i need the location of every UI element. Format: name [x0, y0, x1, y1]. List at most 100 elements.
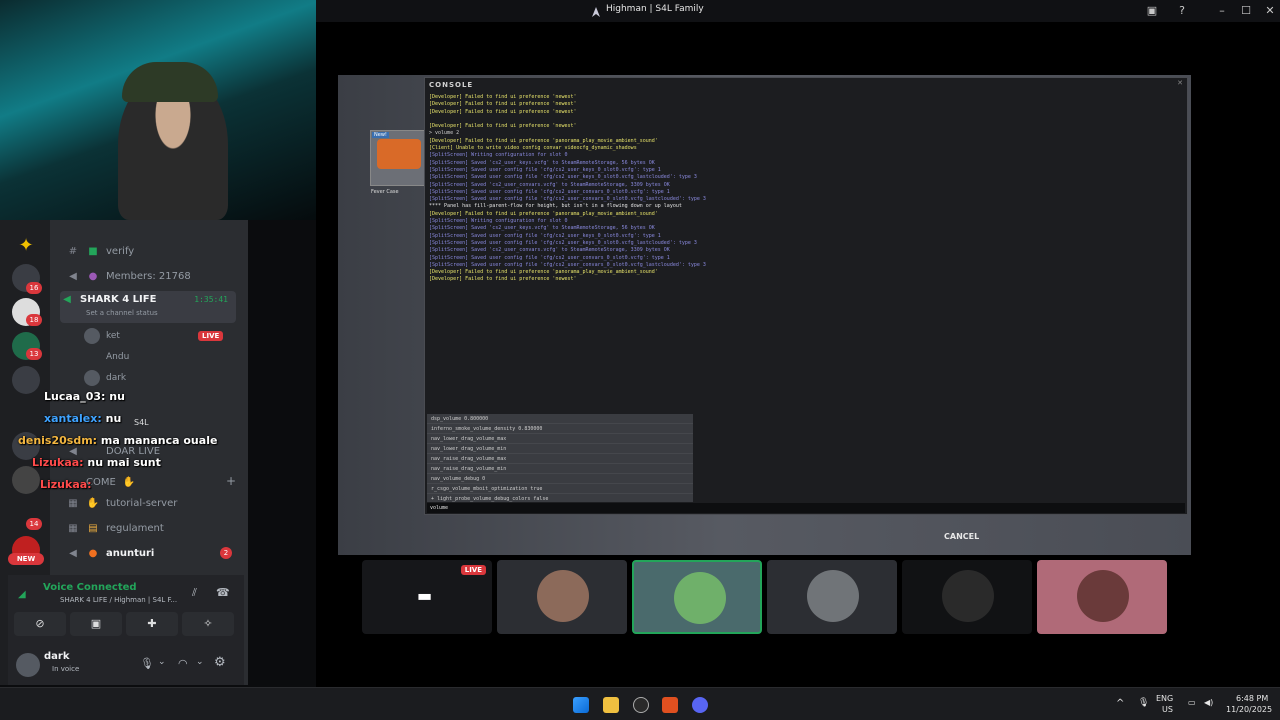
region-label[interactable]: US: [1162, 705, 1173, 714]
case-image: [377, 139, 421, 169]
chat-text: nu mai sunt: [87, 456, 161, 469]
volume-icon[interactable]: ◀): [1204, 698, 1213, 707]
voice-user[interactable]: dark: [84, 369, 126, 387]
console-line: [SplitScreen] Saved 'cs2_user_convars.vc…: [429, 247, 670, 254]
voice-user-name: dark: [106, 373, 127, 383]
participant-tile[interactable]: [1037, 560, 1167, 634]
autocomplete-item[interactable]: r_csgo_volume_mboit_optimization true: [427, 484, 693, 494]
help-icon[interactable]: ?: [1174, 3, 1190, 19]
cancel-button[interactable]: CANCEL: [944, 532, 979, 541]
fire-icon: ●: [88, 547, 98, 559]
console-window[interactable]: CONSOLE ✕ [Developer] Failed to find ui …: [424, 77, 1188, 515]
voice-status: Voice Connected: [43, 582, 137, 593]
case-name: Fever Case: [371, 189, 399, 195]
autocomplete-item[interactable]: inferno_smoke_volume_density 0.830000: [427, 424, 693, 434]
participant-tile[interactable]: [902, 560, 1032, 634]
avatar[interactable]: [16, 653, 40, 677]
screen-icon: ▬: [417, 586, 433, 605]
network-icon[interactable]: ▭: [1188, 698, 1196, 707]
avatar: [84, 349, 100, 365]
server-badge: 14: [26, 518, 42, 530]
chevron-up-icon[interactable]: ^: [1116, 698, 1124, 709]
console-line: **** Panel has fill-parent-flow for heig…: [429, 203, 682, 210]
autocomplete-item[interactable]: nav_raise_drag_volume_max: [427, 454, 693, 464]
disconnect-icon[interactable]: ☎: [216, 586, 230, 599]
autocomplete-item[interactable]: nav_lower_drag_volume_min: [427, 444, 693, 454]
discord-icon[interactable]: [692, 697, 708, 713]
headphones-icon[interactable]: ◠: [178, 657, 188, 670]
channel-status-link[interactable]: Set a channel status: [86, 309, 158, 317]
screen-share-button[interactable]: ▣: [70, 612, 122, 636]
channel-timer: 1:35:41: [194, 295, 228, 304]
server-badge: 16: [26, 282, 42, 294]
voice-channel[interactable]: SHARK 4 LIFE / Highman | S4L F...: [60, 596, 177, 604]
autocomplete-item[interactable]: nav_lower_drag_volume_max: [427, 434, 693, 444]
language-label[interactable]: ENG: [1156, 694, 1173, 703]
console-line: [SplitScreen] Saved 'cs2_user_keys.vcfg'…: [429, 225, 655, 232]
add-channel-icon[interactable]: +: [226, 474, 236, 488]
console-line: [Developer] Failed to find ui preference…: [429, 123, 577, 130]
autocomplete-item[interactable]: nav_raise_drag_volume_min: [427, 464, 693, 474]
server-icon[interactable]: ✦: [12, 232, 40, 260]
server-icon[interactable]: [12, 366, 40, 394]
autocomplete-item[interactable]: dsp_volume 0.800000: [427, 414, 693, 424]
steam-icon[interactable]: [633, 697, 649, 713]
console-line: [SplitScreen] Saved 'cs2_user_convars.vc…: [429, 181, 670, 188]
chat-message: xantalex: nu: [44, 412, 121, 425]
avatar: [1077, 570, 1129, 622]
chevron-down-icon[interactable]: ⌄: [196, 657, 204, 667]
chat-message: denis20sdm: ma mananca ouale: [18, 434, 217, 447]
console-line: [SplitScreen] Saved user config file 'cf…: [429, 166, 661, 173]
autocomplete-item[interactable]: nav_volume_debug 0: [427, 474, 693, 484]
windows-start-icon[interactable]: [573, 697, 589, 713]
speaker-icon: ◀: [69, 270, 77, 282]
channel-label: DOAR LIVE: [106, 445, 161, 457]
screen-share-icon[interactable]: ▣: [1144, 3, 1160, 19]
participant-tile[interactable]: [632, 560, 762, 634]
maximize-button[interactable]: ☐: [1238, 3, 1254, 19]
minimize-button[interactable]: –: [1214, 3, 1230, 19]
participant-tile[interactable]: [497, 560, 627, 634]
channel-members[interactable]: ◀ ● Members: 21768: [66, 266, 242, 286]
speaker-icon: ◀: [69, 445, 77, 457]
channel-welcome[interactable]: COME ✋: [66, 472, 242, 492]
console-input[interactable]: volume: [427, 503, 1185, 513]
microphone-icon[interactable]: 🎙: [140, 657, 154, 670]
activities-button[interactable]: ✚: [126, 612, 178, 636]
case-card[interactable]: New! Fever Case: [370, 130, 426, 195]
s4l-tag: S4L: [134, 418, 149, 427]
chevron-down-icon[interactable]: ⌄: [158, 657, 166, 667]
participant-tile[interactable]: [767, 560, 897, 634]
console-close-icon[interactable]: ✕: [1177, 79, 1183, 87]
server-icon[interactable]: [12, 466, 40, 494]
channel-label: anunturi: [106, 547, 155, 559]
hash-icon: #: [68, 245, 78, 257]
voice-user[interactable]: Andu: [84, 348, 129, 366]
close-button[interactable]: ✕: [1262, 3, 1278, 19]
brave-icon[interactable]: [662, 697, 678, 713]
user-icon: ●: [88, 270, 98, 282]
file-explorer-icon[interactable]: [603, 697, 619, 713]
console-title: CONSOLE: [429, 81, 474, 89]
channel-label: regulament: [106, 522, 164, 534]
live-badge: LIVE: [460, 565, 486, 575]
console-line: [SplitScreen] Writing configuration for …: [429, 152, 568, 159]
channel-regulament[interactable]: ▦ ▤ regulament: [66, 518, 242, 538]
noise-suppression-icon[interactable]: ⫽: [192, 586, 197, 600]
gear-icon[interactable]: ⚙: [214, 655, 226, 670]
voice-user[interactable]: ket: [84, 327, 120, 345]
chat-user: xantalex:: [44, 412, 102, 425]
channel-verify[interactable]: # ■ verify: [66, 241, 242, 261]
autocomplete-list[interactable]: dsp_volume 0.800000 inferno_smoke_volume_…: [427, 414, 693, 504]
microphone-icon[interactable]: 🎙: [1138, 698, 1149, 708]
clock-date[interactable]: 11/20/2025: [1226, 705, 1272, 714]
channel-anunturi[interactable]: ◀ ● anunturi 2: [66, 543, 242, 563]
stream-tile[interactable]: ▬ LIVE: [362, 560, 492, 634]
channel-shark-4-life[interactable]: ◀ SHARK 4 LIFE 1:35:41 Set a channel sta…: [60, 291, 236, 323]
clock-time[interactable]: 6:48 PM: [1236, 694, 1268, 703]
camera-off-button[interactable]: ⊘: [14, 612, 66, 636]
console-line: [SplitScreen] Saved user config file 'cf…: [429, 188, 670, 195]
channel-tutorial-server[interactable]: ▦ ✋ tutorial-server: [66, 493, 242, 513]
new-badge: NEW: [8, 553, 44, 565]
soundboard-button[interactable]: ✧: [182, 612, 234, 636]
